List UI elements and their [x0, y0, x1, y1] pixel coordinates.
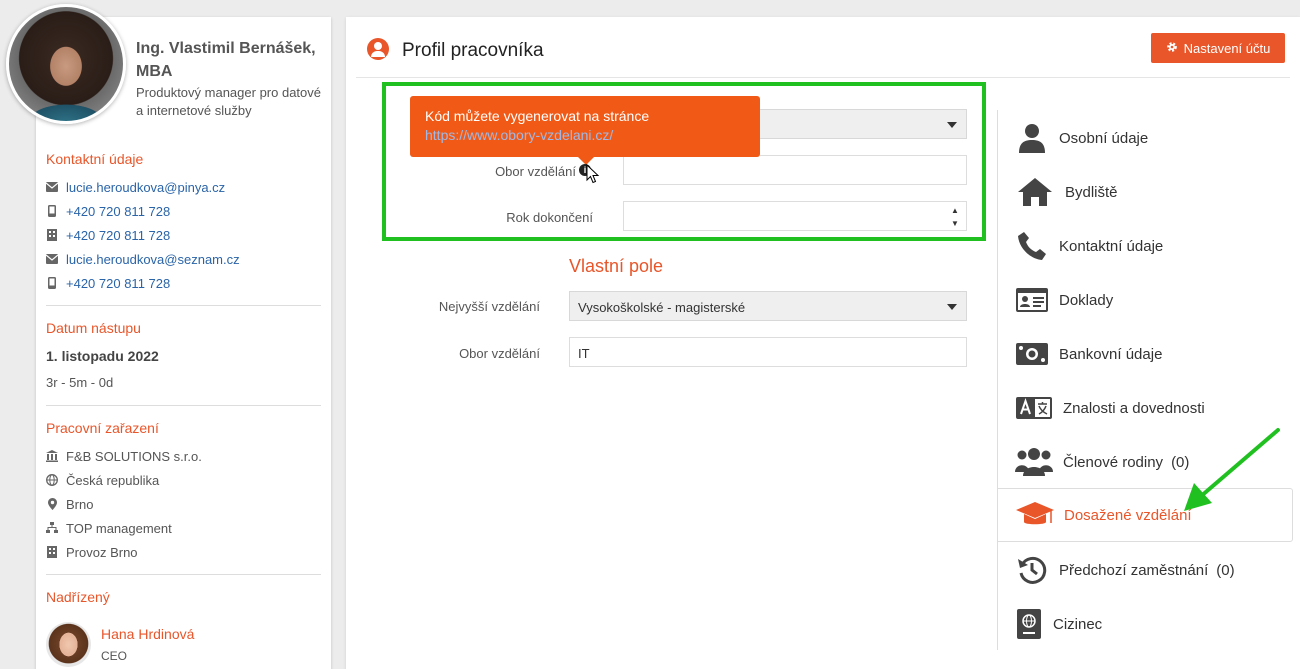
profile-avatar [6, 4, 126, 124]
envelope-icon [46, 253, 58, 265]
account-settings-label: Nastavení účtu [1183, 40, 1271, 56]
globe-icon [46, 474, 58, 486]
work-row: Česká republika [46, 471, 159, 489]
custom-field-of-study-input[interactable]: IT [569, 337, 967, 367]
bank-icon [46, 450, 58, 462]
supervisor-name[interactable]: Hana Hrdinová [101, 626, 194, 642]
tooltip: Kód můžete vygenerovat na stránce https:… [410, 96, 760, 165]
nav-item-label: Osobní údaje [1059, 129, 1149, 147]
chevron-down-icon [947, 122, 957, 128]
nav-item-label: Bydliště [1065, 183, 1118, 201]
nav-item-documents[interactable]: Doklady [997, 273, 1293, 327]
mouse-cursor-icon [586, 164, 600, 184]
nav-item-personal[interactable]: Osobní údaje [997, 111, 1293, 165]
work-row: TOP management [46, 519, 172, 537]
building-icon [46, 229, 58, 241]
contact-phone-link[interactable]: +420 720 811 728 [66, 276, 170, 291]
nav-item-label: Kontaktní údaje [1059, 237, 1164, 255]
sitemap-icon [46, 522, 58, 534]
contact-section-title: Kontaktní údaje [46, 151, 144, 167]
nav-item-residence[interactable]: Bydliště [997, 165, 1293, 219]
start-date-value: 1. listopadu 2022 [46, 348, 159, 364]
nav-item-previous-employment[interactable]: Předchozí zaměstnání (0) [997, 543, 1293, 597]
nav-item-count: (0) [1216, 561, 1235, 579]
nav-item-contact[interactable]: Kontaktní údaje [997, 219, 1293, 273]
contact-row: +420 720 811 728 [46, 202, 170, 220]
work-section-title: Pracovní zařazení [46, 420, 159, 436]
users-icon [1015, 445, 1053, 479]
highest-education-select[interactable]: Vysokoškolské - magisterské [569, 291, 967, 321]
user-circle-icon [367, 38, 389, 60]
id-card-icon [1015, 283, 1049, 317]
profile-name: Ing. Vlastimil Bernášek, MBA [136, 40, 316, 80]
header-divider [356, 77, 1290, 78]
money-icon [1015, 337, 1049, 371]
highest-education-value: Vysokoškolské - magisterské [578, 300, 746, 315]
number-stepper[interactable]: ▲ ▼ [946, 204, 964, 230]
user-icon [1015, 121, 1049, 155]
company-name: F&B SOLUTIONS s.r.o. [66, 448, 202, 464]
graduation-year-label: Rok dokončení [506, 210, 593, 225]
work-row: Brno [46, 495, 93, 513]
supervisor-role: CEO [101, 649, 128, 663]
contact-email-link[interactable]: lucie.heroudkova@pinya.cz [66, 180, 225, 195]
nav-item-foreigner[interactable]: Cizinec [997, 597, 1293, 651]
custom-field-of-study-label: Obor vzdělání [459, 346, 540, 361]
start-date-section-title: Datum nástupu [46, 320, 141, 336]
nav-item-label: Bankovní údaje [1059, 345, 1163, 363]
department: TOP management [66, 520, 172, 536]
envelope-icon [46, 181, 58, 193]
country: Česká republika [66, 472, 160, 488]
divider [46, 574, 321, 575]
mobile-icon [46, 205, 58, 217]
employment-duration: 3r - 5m - 0d [46, 375, 114, 390]
nav-item-label: Znalosti a dovednosti [1063, 399, 1205, 417]
contact-phone-link[interactable]: +420 720 811 728 [66, 228, 170, 243]
tooltip-link[interactable]: https://www.obory-vzdelani.cz/ [425, 126, 745, 145]
contact-row: lucie.heroudkova@pinya.cz [46, 178, 225, 196]
mobile-icon [46, 277, 58, 289]
city: Brno [66, 496, 94, 512]
account-settings-button[interactable]: Nastavení účtu [1151, 33, 1285, 63]
green-arrow-annotation [1184, 428, 1280, 511]
contact-phone-link[interactable]: +420 720 811 728 [66, 204, 170, 219]
profile-position: Produktový manager pro datové a internet… [136, 85, 321, 118]
map-marker-icon [46, 498, 58, 510]
nav-item-label: Doklady [1059, 291, 1114, 309]
language-icon [1015, 391, 1053, 425]
supervisor-section-title: Nadřízený [46, 589, 110, 605]
passport-icon [1015, 607, 1043, 641]
work-row: Provoz Brno [46, 543, 138, 561]
page-title: Profil pracovníka [402, 40, 544, 61]
work-row: F&B SOLUTIONS s.r.o. [46, 447, 202, 465]
contact-email-link[interactable]: lucie.heroudkova@seznam.cz [66, 252, 240, 267]
stepper-up-icon[interactable]: ▲ [951, 206, 959, 215]
contact-row: lucie.heroudkova@seznam.cz [46, 250, 240, 268]
history-icon [1015, 553, 1049, 587]
custom-fields-heading: Vlastní pole [569, 256, 664, 276]
field-of-study-input[interactable] [623, 155, 967, 185]
field-of-study-label: Obor vzdělání [495, 164, 576, 179]
graduation-year-input[interactable]: ▲ ▼ [623, 201, 967, 231]
operation: Provoz Brno [66, 544, 138, 560]
nav-item-label: Dosažené vzdělání [1064, 506, 1192, 524]
tooltip-text: Kód můžete vygenerovat na stránce [425, 108, 650, 124]
nav-item-label: Členové rodiny [1063, 453, 1164, 471]
contact-row: +420 720 811 728 [46, 226, 170, 244]
nav-item-label: Předchozí zaměstnání [1059, 561, 1209, 579]
nav-item-bank[interactable]: Bankovní údaje [997, 327, 1293, 381]
gear-icon [1166, 41, 1178, 56]
phone-icon [1015, 229, 1049, 263]
divider [46, 305, 321, 306]
building-icon [46, 546, 58, 558]
supervisor-avatar [46, 622, 91, 667]
nav-item-label: Cizinec [1053, 615, 1103, 633]
stepper-down-icon[interactable]: ▼ [951, 219, 959, 228]
contact-row: +420 720 811 728 [46, 274, 170, 292]
divider [46, 405, 321, 406]
graduation-cap-icon [1016, 498, 1054, 532]
chevron-down-icon [947, 304, 957, 310]
home-icon [1015, 175, 1055, 209]
highest-education-label: Nejvyšší vzdělání [438, 299, 540, 314]
